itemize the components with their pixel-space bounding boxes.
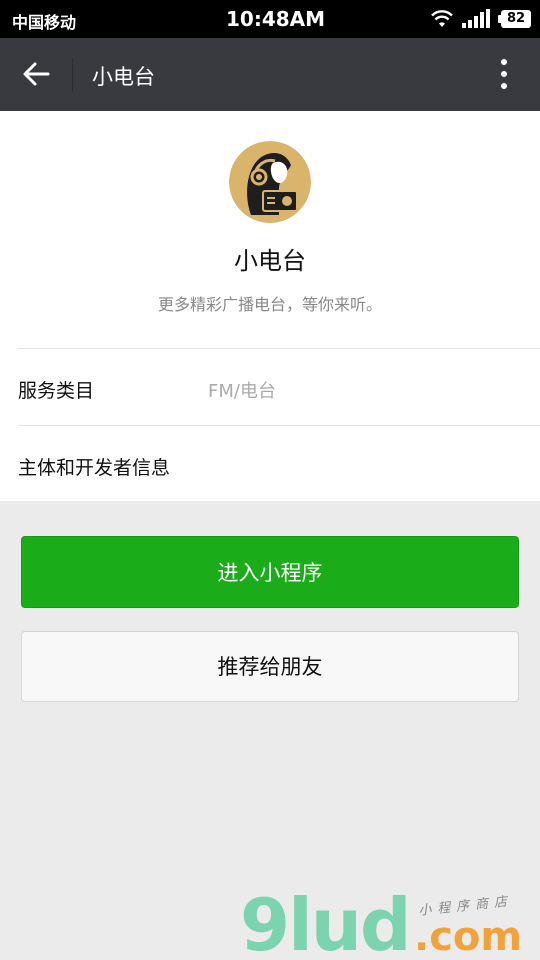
divider — [18, 348, 540, 349]
app-avatar-icon — [229, 141, 311, 223]
nav-divider — [72, 58, 73, 92]
app-description: 更多精彩广播电台，等你来听。 — [157, 295, 382, 314]
back-arrow-icon[interactable] — [22, 60, 50, 92]
share-to-friend-button[interactable]: 推荐给朋友 — [21, 631, 519, 702]
battery-indicator: 82 — [498, 10, 531, 28]
watermark-logo: 9lud — [240, 883, 412, 960]
developer-info-row[interactable]: 主体和开发者信息 — [18, 453, 170, 480]
status-bar: 中国移动 10:48AM 82 — [0, 0, 540, 38]
signal-icon — [462, 9, 492, 33]
app-name: 小电台 — [234, 247, 306, 275]
more-options-icon[interactable] — [494, 58, 514, 96]
carrier-label: 中国移动 — [12, 13, 77, 32]
nav-title: 小电台 — [92, 65, 155, 89]
clock: 10:48AM — [226, 7, 326, 31]
nav-bar: 小电台 — [0, 38, 540, 111]
service-category-label: 服务类目 — [18, 380, 95, 402]
wifi-icon — [430, 10, 454, 32]
site-watermark: 9lud .com 小程序商店 — [240, 883, 540, 960]
service-category-value: FM/电台 — [208, 381, 276, 402]
enter-mini-program-button[interactable]: 进入小程序 — [21, 536, 519, 608]
mini-program-profile: 小电台 更多精彩广播电台，等你来听。 服务类目 FM/电台 主体和开发者信息 — [0, 111, 540, 501]
divider — [18, 425, 540, 426]
watermark-domain: .com — [414, 914, 523, 960]
